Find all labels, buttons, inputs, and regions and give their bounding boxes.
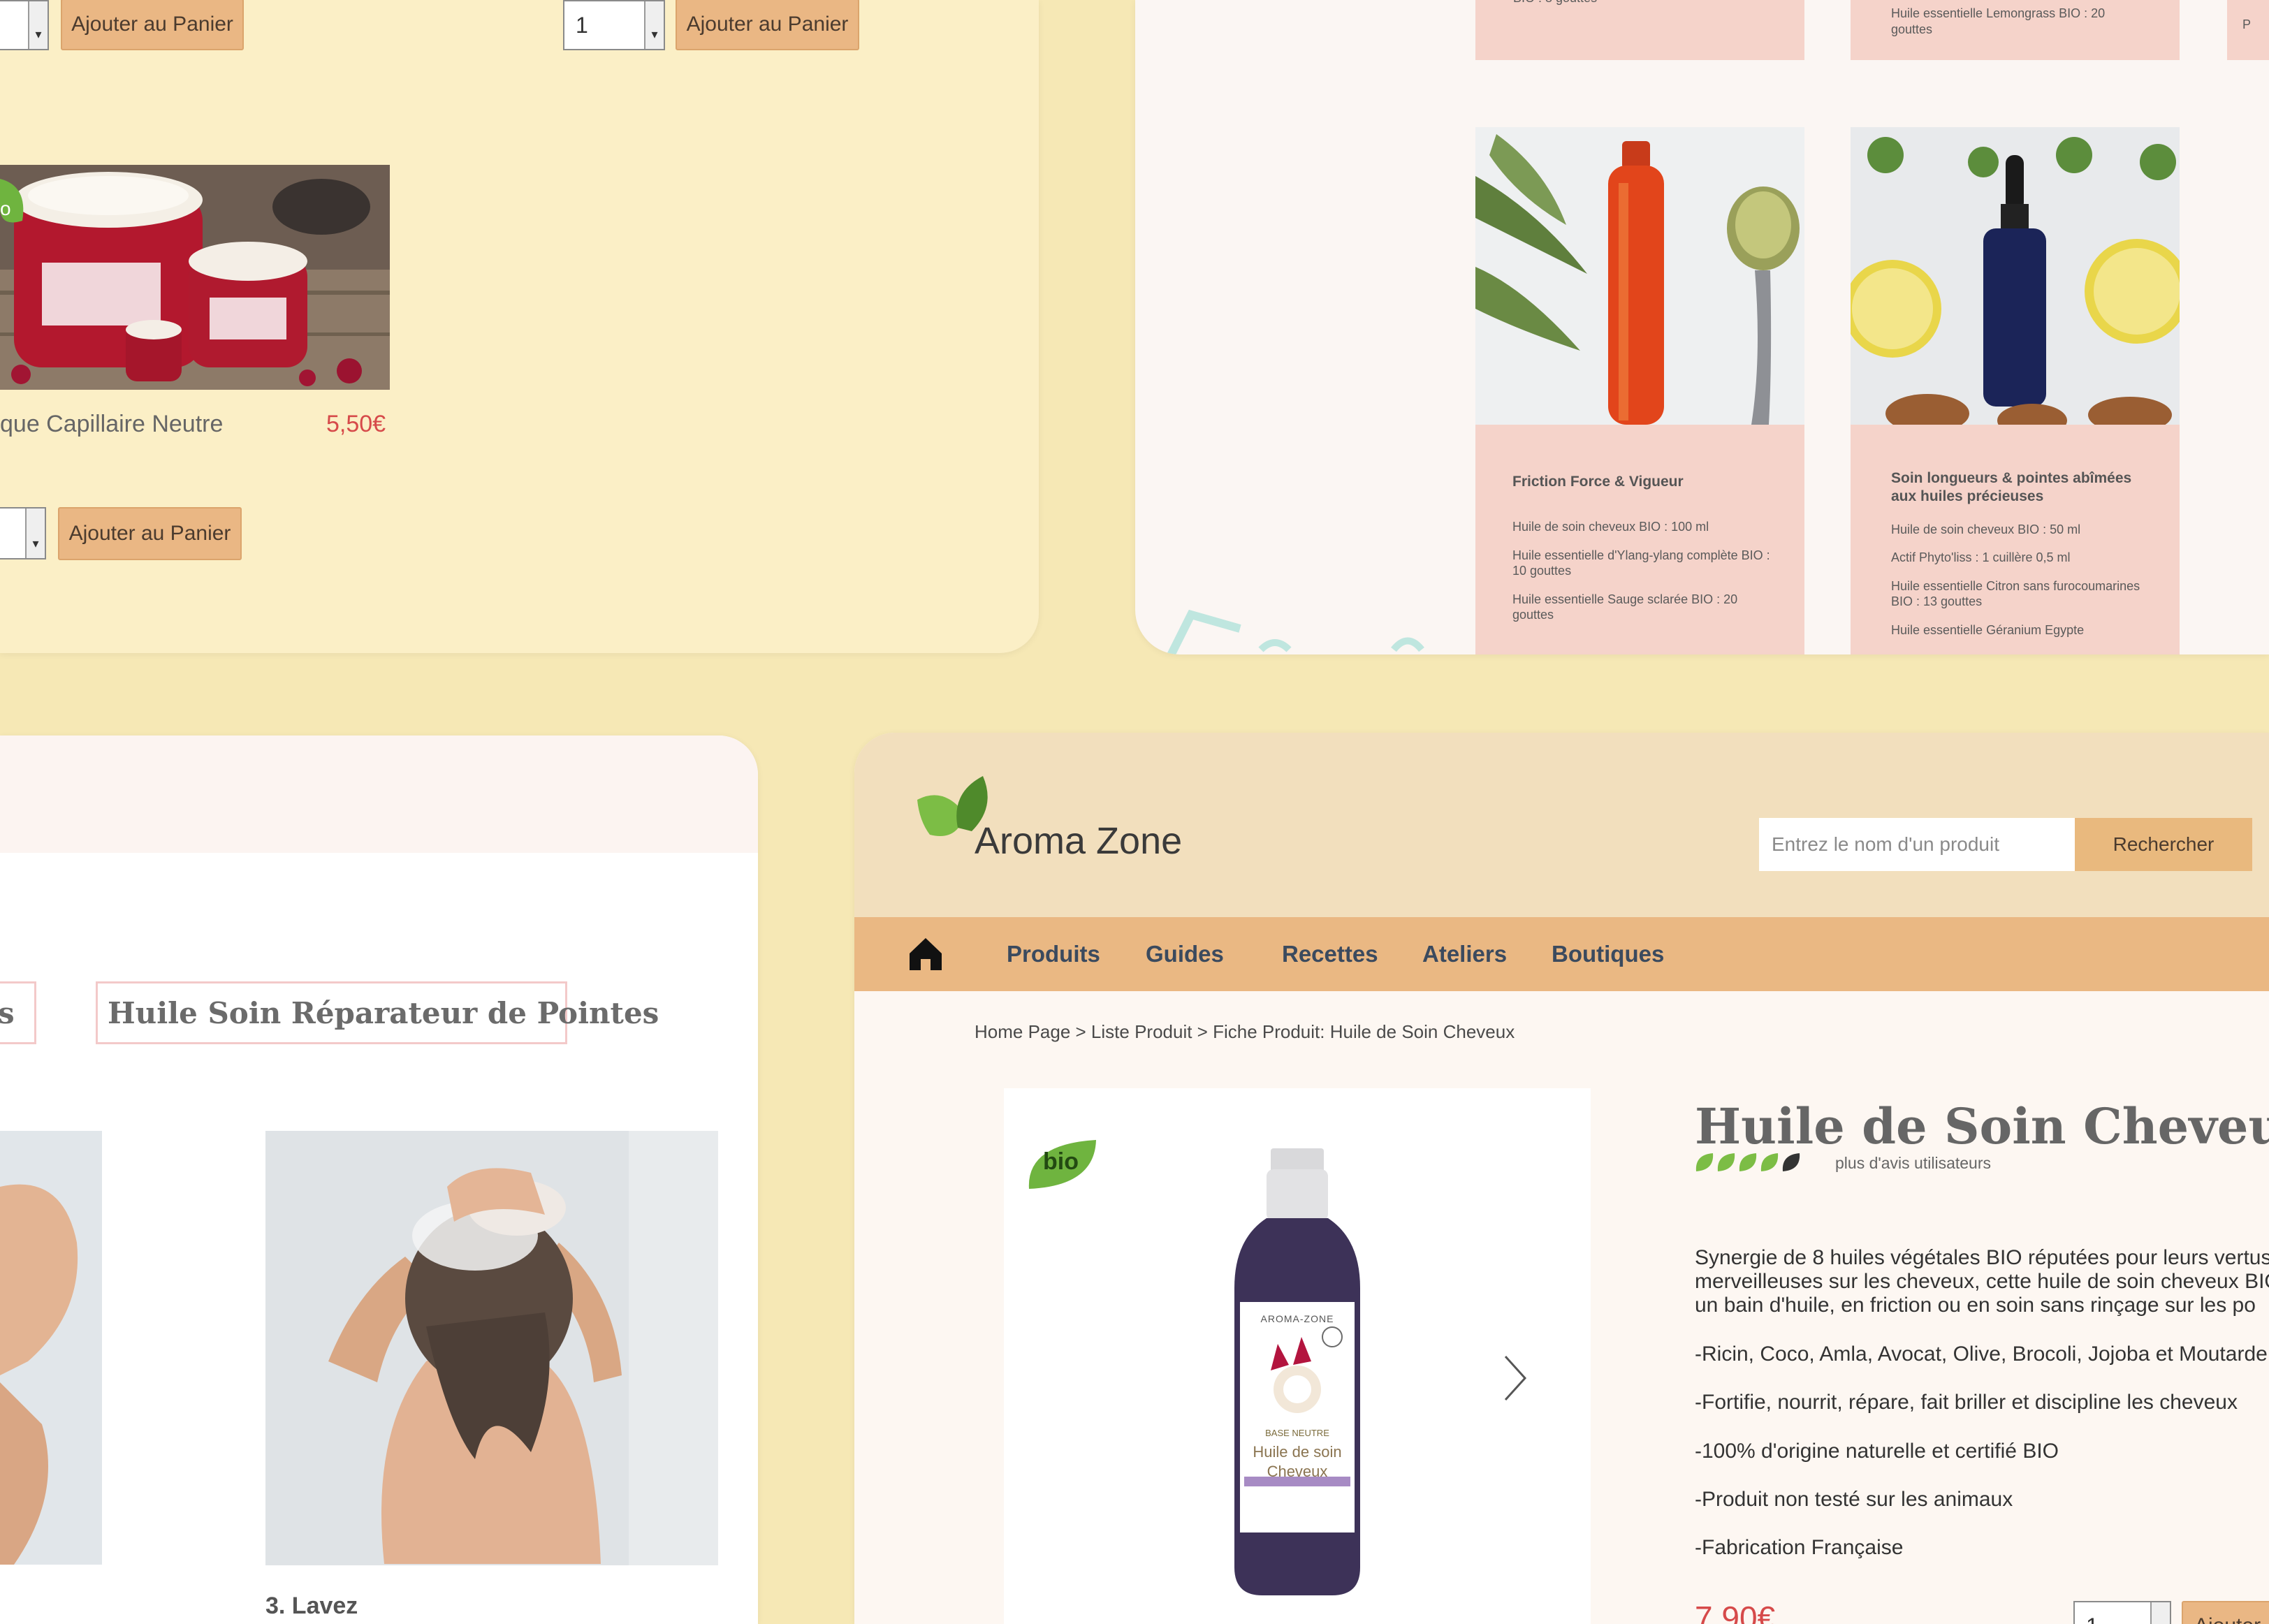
description-line: un bain d'huile, en friction ou en soin …	[1695, 1294, 2256, 1317]
site-header: Aroma Zone Rechercher	[854, 733, 2269, 917]
red-oil-bottle-photo	[1475, 127, 1804, 425]
chevron-right-icon[interactable]	[1501, 1354, 1529, 1403]
dropdown-arrow-icon: ▾	[25, 509, 45, 558]
recipe-card-soin-longueurs[interactable]: Soin longueurs & pointes abîmées aux hui…	[1851, 127, 2180, 654]
recipe-line: Huile essentielle Géranium Egypte	[1891, 622, 2085, 637]
nav-item-produits[interactable]: Produits	[1007, 917, 1100, 991]
recipe-line: Huile essentielle Lemongrass BIO : 20 go…	[1891, 6, 2106, 36]
recipe-line: Huile de soin cheveux BIO : 100 ml	[1512, 520, 1709, 534]
recipe-tag[interactable]: s	[0, 981, 36, 1044]
recipe-line: P	[2242, 17, 2252, 31]
product-title: Huile de Soin Cheveux	[1695, 1097, 2269, 1155]
nav-item-guides[interactable]: Guides	[1146, 917, 1224, 991]
shower-arm-photo	[0, 1131, 102, 1565]
feature-line: -Fortifie, nourrit, répare, fait briller…	[1695, 1391, 2238, 1414]
recipe-line: Actif Phyto'liss : 1 cuillère 0,5 ml	[1891, 550, 2071, 564]
feature-line: -100% d'origine naturelle et certifié BI…	[1695, 1440, 2059, 1463]
product-name[interactable]: que Capillaire Neutre	[0, 411, 223, 438]
bottle-brand: AROMA-ZONE	[1260, 1313, 1334, 1324]
nav-item-boutiques[interactable]: Boutiques	[1552, 917, 1664, 991]
how-to-panel: s Huile Soin Réparateur de Pointes 3. La…	[0, 736, 758, 1624]
recipe-card-friction[interactable]: Friction Force & Vigueur Huile de soin c…	[1475, 127, 1804, 654]
nav-item-recettes[interactable]: Recettes	[1282, 917, 1378, 991]
product-page-panel: Aroma Zone Rechercher Produits Guides Re…	[854, 733, 2269, 1624]
quantity-select[interactable]: ▾	[0, 507, 46, 559]
recipe-card-top[interactable]: BIO : 8 gouttes	[1475, 0, 1804, 60]
rating-leaves[interactable]	[1695, 1152, 1807, 1174]
recipe-tag-active[interactable]: Huile Soin Réparateur de Pointes	[96, 981, 659, 1044]
recipes-panel: BIO : 8 gouttes Huile essentielle Lemong…	[1135, 0, 2269, 654]
rating-leaf-icon	[1760, 1153, 1779, 1171]
rating-leaf-icon	[1739, 1153, 1757, 1171]
recipe-card-top[interactable]: Huile essentielle Lemongrass BIO : 20 go…	[1851, 0, 2180, 60]
product-price: 5,50€	[326, 411, 386, 437]
recipe-title: Friction Force & Vigueur	[1512, 474, 1684, 490]
breadcrumb[interactable]: Home Page > Liste Produit > Fiche Produi…	[975, 1021, 1515, 1043]
rating-leaf-icon	[1695, 1153, 1714, 1171]
step-image-2	[0, 1131, 102, 1565]
main-nav: Produits Guides Recettes Ateliers Boutiq…	[854, 917, 2269, 991]
product-price: 7,90€	[1695, 1600, 1776, 1624]
feature-line: -Fabrication Française	[1695, 1536, 1904, 1559]
home-icon[interactable]	[907, 935, 944, 973]
reviews-link[interactable]: plus d'avis utilisateurs	[1835, 1154, 1991, 1173]
decorative-script	[1166, 609, 1424, 654]
step-image-3	[265, 1131, 718, 1565]
recipe-image	[1851, 127, 2180, 425]
bio-badge: bio	[1043, 1148, 1079, 1175]
bottle-line: BASE NEUTRE	[1265, 1428, 1329, 1438]
quantity-select[interactable]: 1 ▾	[2073, 1601, 2171, 1624]
add-to-cart-button[interactable]: Ajouter au Panier	[676, 0, 859, 50]
product-image-gallery: bio AROMA-ZONE BASE NEUTRE Huile de soin…	[1004, 1088, 1591, 1624]
recipe-line: Huile essentielle d'Ylang-ylang complète…	[1512, 548, 1770, 578]
product-image-hair-mask[interactable]	[0, 165, 390, 390]
quantity-select[interactable]: ▾	[0, 0, 49, 50]
quantity-value: 1	[2075, 1614, 2099, 1624]
header-band	[0, 736, 758, 853]
brand-name[interactable]: Aroma Zone	[975, 819, 1182, 863]
woman-washing-hair-photo	[265, 1131, 718, 1565]
nav-item-ateliers[interactable]: Ateliers	[1422, 917, 1507, 991]
product-description: Synergie de 8 huiles végétales BIO réput…	[1695, 1246, 2269, 1317]
bottle-line: Cheveux	[1267, 1463, 1328, 1480]
recipe-title: Soin longueurs & pointes abîmées aux hui…	[1891, 470, 2132, 505]
description-line: Synergie de 8 huiles végétales BIO réput…	[1695, 1246, 2269, 1269]
shop-grid-panel: ▾ Ajouter au Panier 1 ▾ Ajouter au Panie…	[0, 0, 1039, 653]
step-label: 3. Lavez	[265, 1593, 358, 1619]
description-line: merveilleuses sur les cheveux, cette hui…	[1695, 1270, 2269, 1293]
quantity-select[interactable]: 1 ▾	[563, 0, 665, 50]
dropdown-arrow-icon: ▾	[2150, 1602, 2170, 1624]
recipe-line: Huile de soin cheveux BIO : 50 ml	[1891, 522, 2081, 536]
recipe-card-top[interactable]: P	[2227, 0, 2269, 60]
recipe-line: Huile essentielle Sauge sclarée BIO : 20…	[1512, 592, 1738, 622]
add-to-cart-button[interactable]: Ajouter au Panier	[61, 0, 244, 50]
add-to-cart-button[interactable]: Ajouter au Panier	[58, 507, 242, 560]
bio-badge-partial: o	[0, 198, 11, 219]
add-to-cart-button[interactable]: Ajouter	[2182, 1601, 2269, 1624]
feature-line: -Produit non testé sur les animaux	[1695, 1488, 2013, 1511]
recipe-text: Soin longueurs & pointes abîmées aux hui…	[1891, 469, 2157, 650]
dropdown-arrow-icon: ▾	[644, 1, 664, 49]
feature-line: -Ricin, Coco, Amla, Avocat, Olive, Broco…	[1695, 1343, 2268, 1366]
recipe-line: Huile essentielle Citron sans furocoumar…	[1891, 578, 2140, 609]
rating-leaf-icon	[1717, 1153, 1735, 1171]
dropdown-arrow-icon: ▾	[28, 1, 48, 49]
bottle-line: Huile de soin	[1253, 1443, 1342, 1461]
recipe-image	[1475, 127, 1804, 425]
search-input[interactable]	[1759, 818, 2075, 871]
search-button[interactable]: Rechercher	[2075, 818, 2252, 871]
recipe-line: BIO : 8 gouttes	[1513, 0, 1597, 6]
blue-dropper-bottle-photo	[1851, 127, 2180, 425]
quantity-value: 1	[576, 12, 588, 38]
product-bottle-image[interactable]	[1234, 1148, 1360, 1595]
jars-photo	[0, 165, 390, 390]
rating-leaf-empty-icon	[1782, 1153, 1800, 1171]
recipe-text: Friction Force & Vigueur Huile de soin c…	[1512, 473, 1778, 636]
